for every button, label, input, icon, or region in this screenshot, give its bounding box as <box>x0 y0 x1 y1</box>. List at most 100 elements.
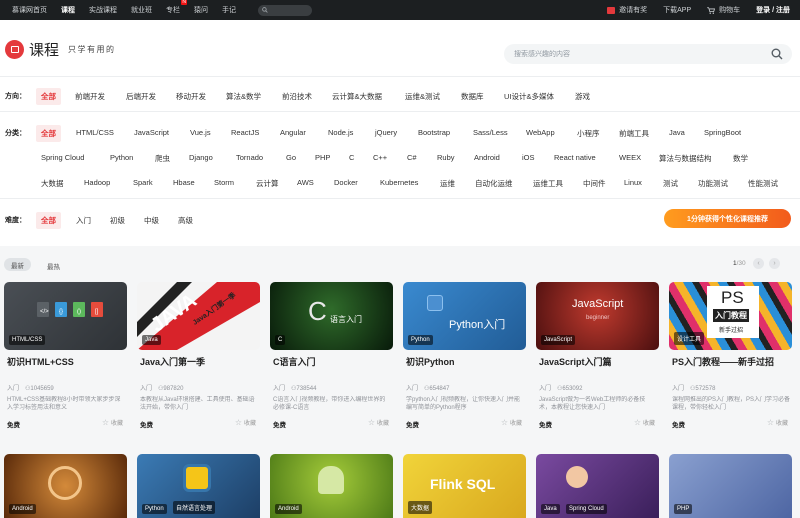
category-tag[interactable]: Spark <box>133 178 153 187</box>
nav-questions[interactable]: 猿问 <box>194 5 208 15</box>
category-tag[interactable]: AWS <box>297 178 314 187</box>
nav-employment[interactable]: 就业班 <box>131 5 152 15</box>
category-tag[interactable]: C# <box>407 153 417 162</box>
course-card[interactable]: Python入门 Python 初识Python 入门 ⚇654847 学pyth… <box>403 282 526 434</box>
category-tag[interactable]: 大数据 <box>41 178 64 189</box>
difficulty-entry[interactable]: 入门 <box>76 215 91 226</box>
sort-hot-button[interactable]: 最热 <box>47 261 60 271</box>
category-tag[interactable]: jQuery <box>375 128 397 137</box>
nav-courses[interactable]: 课程 <box>61 5 75 15</box>
category-tag[interactable]: C++ <box>373 153 387 162</box>
download-app-link[interactable]: 下载APP <box>663 5 691 15</box>
category-tag[interactable]: ReactJS <box>231 128 259 137</box>
favorite-button[interactable]: ☆ 收藏 <box>767 418 788 427</box>
difficulty-intermediate[interactable]: 中级 <box>144 215 159 226</box>
course-card[interactable]: PS 入门教程 新手过招 设计工具 PS入门教程——新手过招 入门 ⚇572578… <box>669 282 792 434</box>
category-tag[interactable]: Django <box>189 153 213 162</box>
category-tag[interactable]: Docker <box>334 178 358 187</box>
category-tag[interactable]: 测试 <box>663 178 678 189</box>
category-tag[interactable]: C <box>349 153 354 162</box>
course-card[interactable]: JAVA Java入门第一季 Java Java入门第一季 入门 ⚇987820 … <box>137 282 260 434</box>
favorite-button[interactable]: ☆ 收藏 <box>235 418 256 427</box>
direction-frontier[interactable]: 前沿技术 <box>282 91 312 102</box>
category-tag[interactable]: iOS <box>522 153 535 162</box>
category-tag[interactable]: 运维 <box>440 178 455 189</box>
category-tag[interactable]: Android <box>474 153 500 162</box>
course-search-input[interactable]: 搜索感兴趣的内容 <box>504 44 792 64</box>
category-tag[interactable]: 功能测试 <box>698 178 728 189</box>
favorite-button[interactable]: ☆ 收藏 <box>501 418 522 427</box>
nav-column[interactable]: 专栏 N <box>166 0 187 15</box>
favorite-button[interactable]: ☆ 收藏 <box>368 418 389 427</box>
cart-link[interactable]: 购物车 <box>707 5 740 15</box>
category-tag[interactable]: JavaScript <box>134 128 169 137</box>
direction-database[interactable]: 数据库 <box>461 91 484 102</box>
category-tag[interactable]: 全部 <box>36 125 61 142</box>
direction-ops-test[interactable]: 运维&测试 <box>405 91 440 102</box>
difficulty-all[interactable]: 全部 <box>36 212 61 229</box>
search-icon[interactable] <box>771 48 783 60</box>
course-card[interactable]: JavaScript beginner JavaScript JavaScrip… <box>536 282 659 434</box>
category-tag[interactable]: 前端工具 <box>619 128 649 139</box>
course-card[interactable]: Android <box>4 454 127 518</box>
category-tag[interactable]: WebApp <box>526 128 555 137</box>
category-tag[interactable]: Hadoop <box>84 178 110 187</box>
category-tag[interactable]: Angular <box>280 128 306 137</box>
nav-search-input[interactable] <box>258 4 312 16</box>
category-tag[interactable]: Ruby <box>437 153 455 162</box>
login-register-link[interactable]: 登录 / 注册 <box>756 5 790 15</box>
course-card[interactable]: Python 自然语言处理 <box>137 454 260 518</box>
course-card[interactable]: Flink SQL 大数据 <box>403 454 526 518</box>
category-tag[interactable]: Sass/Less <box>473 128 508 137</box>
category-tag[interactable]: 爬虫 <box>155 153 170 164</box>
category-tag[interactable]: Bootstrap <box>418 128 450 137</box>
category-tag[interactable]: WEEX <box>619 153 641 162</box>
category-tag[interactable]: Java <box>669 128 685 137</box>
category-tag[interactable]: 云计算 <box>256 178 279 189</box>
nav-practical[interactable]: 实战课程 <box>89 5 117 15</box>
category-tag[interactable]: Node.js <box>328 128 353 137</box>
direction-game[interactable]: 游戏 <box>575 91 590 102</box>
direction-backend[interactable]: 后端开发 <box>126 91 156 102</box>
category-tag[interactable]: PHP <box>315 153 330 162</box>
category-tag[interactable]: HTML/CSS <box>76 128 114 137</box>
difficulty-advanced[interactable]: 高级 <box>178 215 193 226</box>
category-tag[interactable]: Linux <box>624 178 642 187</box>
category-tag[interactable]: Storm <box>214 178 234 187</box>
category-tag[interactable]: Hbase <box>173 178 195 187</box>
next-page-button[interactable]: › <box>769 258 780 269</box>
direction-all[interactable]: 全部 <box>36 88 61 105</box>
course-card[interactable]: Java Spring Cloud <box>536 454 659 518</box>
direction-cloud-bigdata[interactable]: 云计算&大数据 <box>332 91 382 102</box>
category-tag[interactable]: 中间件 <box>583 178 606 189</box>
sort-latest-button[interactable]: 最新 <box>4 258 31 271</box>
direction-frontend[interactable]: 前端开发 <box>75 91 105 102</box>
course-card[interactable]: Android <box>270 454 393 518</box>
invite-link[interactable]: 邀请有奖 <box>607 5 647 15</box>
direction-ui-media[interactable]: UI设计&多媒体 <box>504 91 554 102</box>
category-tag[interactable]: 运维工具 <box>533 178 563 189</box>
favorite-button[interactable]: ☆ 收藏 <box>102 418 123 427</box>
nav-home[interactable]: 慕课网首页 <box>12 5 47 15</box>
category-tag[interactable]: 小程序 <box>577 128 600 139</box>
category-tag[interactable]: Python <box>110 153 133 162</box>
category-tag[interactable]: Spring Cloud <box>41 153 84 162</box>
favorite-button[interactable]: ☆ 收藏 <box>634 418 655 427</box>
category-tag[interactable]: 性能测试 <box>748 178 778 189</box>
category-tag[interactable]: Kubernetes <box>380 178 418 187</box>
direction-mobile[interactable]: 移动开发 <box>176 91 206 102</box>
course-recommend-button[interactable]: 1分钟获得个性化课程推荐 <box>664 209 791 228</box>
course-card[interactable]: C 语言入门 C C语言入门 入门 ⚇738544 C语言入门视频教程，带你进入编… <box>270 282 393 434</box>
prev-page-button[interactable]: ‹ <box>753 258 764 269</box>
nav-notes[interactable]: 手记 <box>222 5 236 15</box>
course-card[interactable]: PHP <box>669 454 792 518</box>
category-tag[interactable]: 数学 <box>733 153 748 164</box>
course-card[interactable]: </> {} () [] HTML/CSS 初识HTML+CSS 入门 ⚇1045659… <box>4 282 127 434</box>
category-tag[interactable]: 自动化运维 <box>475 178 513 189</box>
direction-algorithm[interactable]: 算法&数学 <box>226 91 261 102</box>
category-tag[interactable]: SpringBoot <box>704 128 741 137</box>
category-tag[interactable]: 算法与数据结构 <box>659 153 712 164</box>
category-tag[interactable]: Tornado <box>236 153 263 162</box>
category-tag[interactable]: React native <box>554 153 596 162</box>
category-tag[interactable]: Vue.js <box>190 128 211 137</box>
